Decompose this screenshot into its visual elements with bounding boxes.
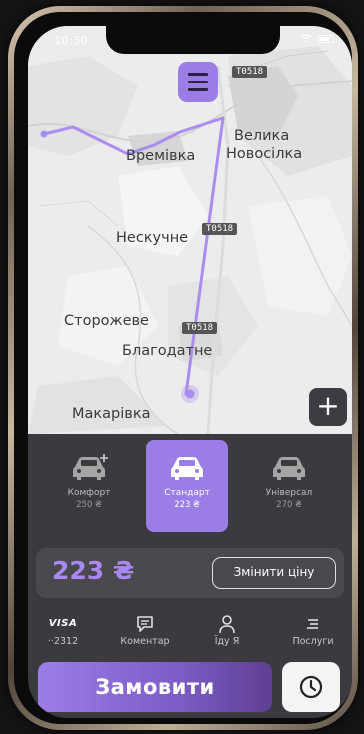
stage: T0518 T0518 T0518 Велика Новосілка Времі…: [0, 0, 364, 734]
road-label: T0518: [202, 223, 238, 235]
tariff-name: Стандарт: [164, 488, 210, 498]
visa-icon: VISA: [48, 618, 78, 629]
comment-label: Коментар: [120, 636, 170, 647]
services-label: Послуги: [292, 636, 334, 647]
place-label-blahodatne: Благодатне: [122, 343, 213, 359]
tariff-standard[interactable]: Стандарт 223 ₴: [146, 440, 228, 532]
place-label-neskuchne: Нескучне: [116, 230, 189, 246]
route-start-dot: [40, 130, 48, 138]
menu-icon-bar: [188, 88, 208, 91]
tariff-comfort[interactable]: Комфорт 250 ₴: [48, 440, 130, 532]
order-button[interactable]: Замовити: [38, 662, 272, 712]
place-label-makarivka: Макарівка: [72, 406, 151, 422]
services-option[interactable]: Послуги: [278, 614, 348, 647]
order-options: VISA ··2312 Коментар Їду Я Послуги: [28, 614, 352, 658]
tariff-selector: Комфорт 250 ₴ Стандарт 223 ₴ Універсал 2…: [28, 440, 352, 534]
price-row: 223 ₴ Змінити ціну: [36, 548, 344, 598]
change-price-button[interactable]: Змінити ціну: [212, 557, 336, 589]
place-label-novosilka: Новосілка: [226, 146, 303, 162]
wifi-icon: [300, 34, 312, 43]
comment-icon: [137, 616, 153, 632]
tariff-name: Універсал: [265, 488, 313, 498]
person-icon: [219, 615, 235, 634]
tariff-price: 270 ₴: [276, 500, 302, 510]
price-value: 223 ₴: [52, 556, 135, 585]
services-list-icon: [307, 619, 318, 629]
tariff-price: 250 ₴: [76, 500, 102, 510]
road-label: T0518: [182, 322, 218, 334]
tariff-name: Комфорт: [67, 488, 111, 498]
place-label-velyka: Велика: [234, 128, 290, 144]
menu-icon-bar: [188, 80, 208, 84]
car-icon: [171, 457, 203, 480]
order-panel: Комфорт 250 ₴ Стандарт 223 ₴ Універсал 2…: [28, 434, 352, 718]
passenger-option[interactable]: Їду Я: [192, 614, 262, 647]
clock-icon: [299, 675, 323, 699]
menu-icon-bar: [188, 73, 208, 76]
schedule-button[interactable]: [282, 662, 340, 712]
car-plus-icon: [73, 454, 108, 480]
place-label-storozheve: Сторожеве: [64, 313, 149, 329]
place-label-vremivka: Времівка: [126, 148, 196, 164]
card-number: ··2312: [47, 636, 79, 647]
map[interactable]: T0518 T0518 T0518 Велика Новосілка Времі…: [28, 26, 352, 434]
tariff-price: 223 ₴: [174, 500, 200, 510]
app-screen: T0518 T0518 T0518 Велика Новосілка Времі…: [28, 26, 352, 718]
road-label: T0518: [232, 66, 268, 78]
status-time: 10:30: [54, 34, 89, 47]
payment-card-option[interactable]: VISA ··2312: [28, 614, 98, 647]
add-stop-button[interactable]: +: [309, 388, 347, 426]
notch: [106, 26, 280, 54]
battery-icon: [318, 34, 334, 43]
car-icon: [273, 457, 305, 480]
passenger-label: Їду Я: [214, 636, 240, 647]
tariff-universal[interactable]: Універсал 270 ₴: [248, 440, 330, 532]
status-icons: [300, 34, 334, 43]
menu-button[interactable]: [178, 62, 218, 102]
comment-option[interactable]: Коментар: [110, 614, 180, 647]
route-end-dot: [185, 389, 195, 399]
